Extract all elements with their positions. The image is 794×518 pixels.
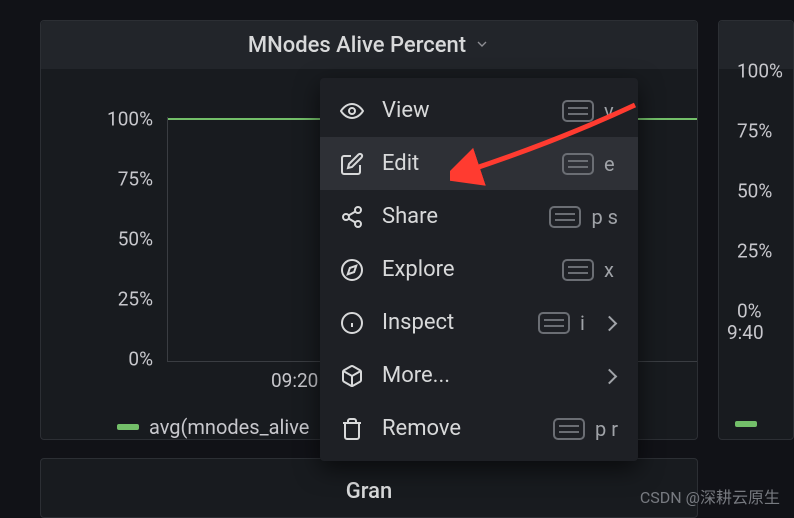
y-tick-50-r: 50% [737, 180, 772, 203]
chevron-right-icon [604, 369, 618, 383]
y-tick-100: 100% [107, 108, 153, 131]
x-tick-0920: 09:20 [271, 369, 318, 392]
menu-item-edit[interactable]: Edit e [320, 137, 638, 190]
panel-header[interactable]: MNodes Alive Percent [41, 21, 697, 69]
keyboard-icon [553, 418, 585, 440]
panel-context-menu: View v Edit e Share p s Explore [320, 78, 638, 461]
shortcut-key: e [604, 152, 618, 176]
trash-icon [340, 417, 364, 441]
menu-item-more[interactable]: More... [320, 349, 638, 402]
y-tick-100-r: 100% [737, 60, 783, 83]
compass-icon [340, 258, 364, 282]
menu-label-explore: Explore [382, 257, 544, 282]
shortcut-key: v [604, 99, 618, 123]
shortcut-group: p r [553, 417, 618, 441]
legend-label: avg(mnodes_alive [149, 415, 309, 439]
keyboard-icon [562, 153, 594, 175]
menu-item-explore[interactable]: Explore x [320, 243, 638, 296]
shortcut-group: v [562, 99, 618, 123]
y-tick-25-r: 25% [737, 240, 772, 263]
y-tick-75-r: 75% [737, 120, 772, 143]
menu-item-view[interactable]: View v [320, 84, 638, 137]
menu-label-edit: Edit [382, 151, 544, 176]
menu-label-share: Share [382, 204, 531, 229]
legend-swatch [117, 424, 139, 430]
menu-item-share[interactable]: Share p s [320, 190, 638, 243]
shortcut-key: x [604, 258, 618, 282]
cube-icon [340, 364, 364, 388]
panel-bottom-title: Gran [346, 479, 392, 504]
shortcut-group: e [562, 152, 618, 176]
panel-right-partial: 100% 75% 50% 25% 0% 9:40 [718, 20, 794, 440]
info-icon [340, 311, 364, 335]
x-tick-0940: 9:40 [727, 321, 764, 344]
shortcut-group: x [562, 258, 618, 282]
menu-item-remove[interactable]: Remove p r [320, 402, 638, 455]
edit-icon [340, 152, 364, 176]
keyboard-icon [562, 259, 594, 281]
menu-label-inspect: Inspect [382, 310, 520, 335]
keyboard-icon [538, 312, 570, 334]
shortcut-key: p s [591, 205, 618, 229]
menu-label-more: More... [382, 363, 586, 388]
chart-legend[interactable]: avg(mnodes_alive [117, 415, 309, 439]
y-tick-75: 75% [118, 168, 153, 191]
watermark: CSDN @深耕云原生 [640, 484, 780, 508]
share-icon [340, 205, 364, 229]
keyboard-icon [562, 100, 594, 122]
menu-item-inspect[interactable]: Inspect i [320, 296, 638, 349]
legend-swatch-r [735, 421, 757, 427]
shortcut-key: i [580, 311, 594, 335]
eye-icon [340, 99, 364, 123]
y-tick-0-r: 0% [737, 300, 762, 323]
shortcut-group: p s [549, 205, 618, 229]
y-tick-0: 0% [128, 348, 153, 371]
y-tick-25: 25% [118, 288, 153, 311]
shortcut-group: i [538, 311, 618, 335]
chevron-right-icon [604, 316, 618, 330]
chevron-down-icon [474, 33, 490, 58]
keyboard-icon [549, 206, 581, 228]
menu-label-remove: Remove [382, 416, 535, 441]
panel-bottom-partial: Gran [40, 458, 698, 518]
panel-title: MNodes Alive Percent [248, 33, 466, 58]
shortcut-group [604, 369, 618, 383]
y-tick-50: 50% [118, 228, 153, 251]
shortcut-key: p r [595, 417, 618, 441]
menu-label-view: View [382, 98, 544, 123]
